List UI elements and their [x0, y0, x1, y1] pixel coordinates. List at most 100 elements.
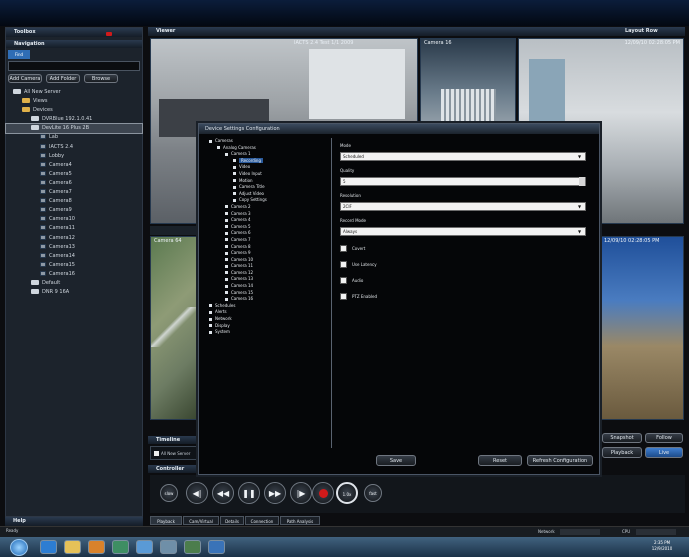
expand-icon[interactable] — [233, 159, 236, 163]
expand-icon[interactable] — [225, 152, 228, 156]
tab-playback[interactable]: Playback — [150, 516, 182, 525]
ie-icon[interactable] — [40, 540, 57, 554]
settings-tree-item[interactable]: Video Input — [203, 171, 331, 178]
settings-tree-item[interactable]: Camera 12 — [203, 270, 331, 277]
sidebar-tree-item[interactable]: Camera8 — [6, 197, 142, 206]
expand-icon[interactable] — [225, 277, 228, 281]
sidebar-tree-item[interactable]: Camera5 — [6, 170, 142, 179]
fast-icon[interactable]: fast — [364, 484, 382, 502]
expand-icon[interactable] — [209, 324, 212, 328]
settings-tree-item[interactable]: Display — [203, 323, 331, 330]
timeline-checkbox[interactable] — [154, 451, 159, 456]
spinner-arrows-icon[interactable] — [579, 177, 585, 186]
settings-tree-item[interactable]: Camera 6 — [203, 230, 331, 237]
sidebar-tree-item[interactable]: Camera13 — [6, 243, 142, 252]
expand-icon[interactable] — [209, 310, 212, 314]
sidebar-tree-item[interactable]: Lab — [6, 133, 142, 142]
settings-tree-item[interactable]: Camera 16 — [203, 296, 331, 303]
tab-connection[interactable]: Connection — [245, 516, 279, 525]
expand-icon[interactable] — [225, 251, 228, 255]
sidebar-tree-item[interactable]: IACTS 2.4 — [6, 143, 142, 152]
settings-tree-item[interactable]: Camera Title — [203, 184, 331, 191]
slow-icon[interactable]: slow — [160, 484, 178, 502]
settings-tree-item[interactable]: Camera 14 — [203, 283, 331, 290]
prev-icon[interactable]: ◀| — [186, 482, 208, 504]
mode-select[interactable]: Scheduled — [340, 152, 586, 161]
tab-details[interactable]: Details — [220, 516, 244, 525]
expand-icon[interactable] — [225, 297, 228, 301]
sidebar-tree-item[interactable]: Camera10 — [6, 215, 142, 224]
red-close-icon[interactable] — [106, 32, 112, 36]
audio-checkbox[interactable] — [340, 277, 347, 284]
settings-tree-item[interactable]: Alerts — [203, 309, 331, 316]
add-camera-button[interactable]: Add Camera — [8, 74, 42, 83]
quality-spinner[interactable]: 5 — [340, 177, 586, 186]
expand-icon[interactable] — [233, 172, 236, 176]
use-latency-checkbox[interactable] — [340, 261, 347, 268]
expand-icon[interactable] — [225, 264, 228, 268]
record-icon[interactable] — [312, 482, 334, 504]
app-icon-4[interactable] — [184, 540, 201, 554]
ptz-enabled-checkbox[interactable] — [340, 293, 347, 300]
settings-tree-item[interactable]: Camera 4 — [203, 217, 331, 224]
help-header[interactable]: Help — [5, 517, 143, 526]
settings-tree-item[interactable]: Video — [203, 164, 331, 171]
expand-icon[interactable] — [225, 245, 228, 248]
expand-icon[interactable] — [225, 218, 228, 222]
covert-checkbox[interactable] — [340, 245, 347, 252]
tab-path-analysis[interactable]: Path Analysis — [280, 516, 320, 525]
settings-tree-item[interactable]: System — [203, 329, 331, 336]
app-icon-5[interactable] — [208, 540, 225, 554]
resolution-select[interactable]: 2CIF — [340, 202, 586, 211]
settings-tree-item[interactable]: Motion — [203, 178, 331, 185]
fast-forward-icon[interactable]: ▶▶ — [264, 482, 286, 504]
app-icon-1[interactable] — [112, 540, 129, 554]
expand-icon[interactable] — [233, 192, 236, 196]
navigation-header[interactable]: Navigation — [6, 40, 142, 48]
settings-tree-item[interactable]: Copy Settings — [203, 197, 331, 204]
sidebar-tree-item[interactable]: Camera15 — [6, 261, 142, 270]
expand-icon[interactable] — [217, 146, 220, 150]
expand-icon[interactable] — [209, 317, 212, 321]
find-tab[interactable]: Find — [8, 50, 30, 59]
sidebar-tree-item[interactable]: DevLite 16 Plus 2B — [5, 123, 143, 135]
sidebar-tree-item[interactable]: Camera7 — [6, 188, 142, 197]
sidebar-search-input[interactable] — [8, 61, 140, 71]
settings-tree-item[interactable]: Analog Cameras — [203, 145, 331, 152]
tab-cam-virtual[interactable]: Cam/Virtual — [183, 516, 219, 525]
explorer-icon[interactable] — [64, 540, 81, 554]
reset-button[interactable]: Reset — [478, 455, 522, 466]
sidebar-tree-item[interactable]: DNR 9 16A — [6, 288, 142, 297]
settings-tree-item[interactable]: Camera 10 — [203, 257, 331, 264]
media-player-icon[interactable] — [88, 540, 105, 554]
expand-icon[interactable] — [225, 284, 228, 288]
camera-tile-64[interactable]: Camera 64 — [150, 236, 200, 420]
sidebar-tree-item[interactable]: Camera9 — [6, 206, 142, 215]
sidebar-tree-item[interactable]: Camera11 — [6, 224, 142, 233]
expand-icon[interactable] — [225, 205, 228, 209]
expand-icon[interactable] — [225, 258, 228, 262]
expand-icon[interactable] — [225, 212, 228, 216]
sidebar-tree-item[interactable]: Camera14 — [6, 252, 142, 261]
settings-tree-item[interactable]: Camera 2 — [203, 204, 331, 211]
expand-icon[interactable] — [233, 198, 236, 202]
layout-row-label[interactable]: Layout Row — [625, 27, 658, 35]
next-icon[interactable]: |▶ — [290, 482, 312, 504]
sidebar-tree-item[interactable]: All New Server — [6, 88, 142, 97]
sidebar-tree-item[interactable]: Camera12 — [6, 234, 142, 243]
camera-tile-5[interactable]: 12/09/10 02:28:05 PM — [600, 236, 684, 420]
settings-tree-item[interactable]: Camera 11 — [203, 263, 331, 270]
app-icon-2[interactable] — [136, 540, 153, 554]
settings-tree-item[interactable]: Network — [203, 316, 331, 323]
settings-tree-item[interactable]: Camera 9 — [203, 250, 331, 257]
expand-icon[interactable] — [225, 271, 228, 275]
settings-tree-item[interactable]: Cameras — [203, 138, 331, 145]
app-icon-3[interactable] — [160, 540, 177, 554]
expand-icon[interactable] — [233, 179, 236, 183]
refresh-configuration-button[interactable]: Refresh Configuration — [527, 455, 593, 466]
sidebar-tree-item[interactable]: DVRBlue 192.1.0.41 — [6, 115, 142, 124]
expand-icon[interactable] — [209, 304, 212, 308]
expand-icon[interactable] — [209, 330, 212, 334]
sidebar-tree-item[interactable]: Camera6 — [6, 179, 142, 188]
rewind-icon[interactable]: ◀◀ — [212, 482, 234, 504]
